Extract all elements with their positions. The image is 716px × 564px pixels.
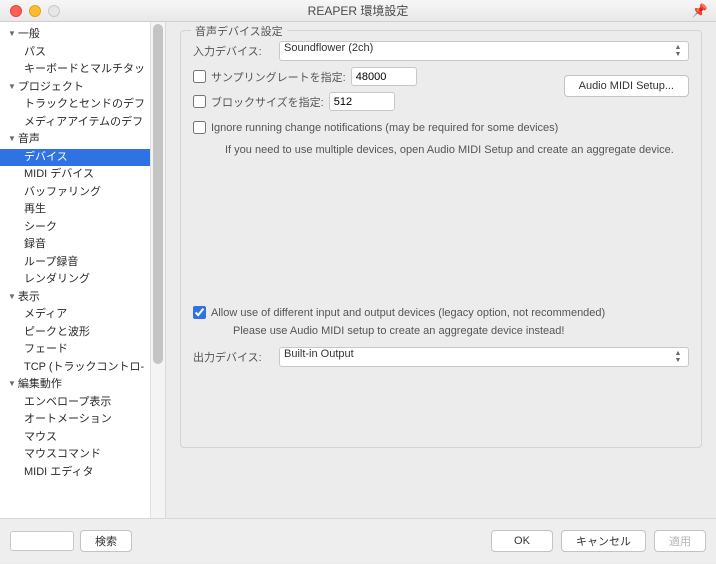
sidebar-item-midi-editor[interactable]: MIDI エディタ	[0, 464, 165, 482]
dialog-footer: 検索 OK キャンセル 適用	[0, 518, 716, 562]
sidebar-item-loop-rec[interactable]: ループ録音	[0, 254, 165, 272]
apply-button[interactable]: 適用	[654, 530, 706, 552]
block-size-input[interactable]	[329, 92, 395, 111]
sidebar-item-media[interactable]: メディア	[0, 306, 165, 324]
ok-button[interactable]: OK	[491, 530, 553, 552]
sample-rate-input[interactable]	[351, 67, 417, 86]
sample-rate-checkbox[interactable]	[193, 70, 206, 83]
sidebar-item-keyboard[interactable]: キーボードとマルチタッ	[0, 61, 165, 79]
sidebar-item-paths[interactable]: パス	[0, 44, 165, 62]
sidebar-item-mouse-cmd[interactable]: マウスコマンド	[0, 446, 165, 464]
input-device-select[interactable]: Soundflower (2ch)	[279, 41, 689, 61]
chevron-up-down-icon: ▲▼	[671, 41, 685, 61]
sidebar-item-buffering[interactable]: バッファリング	[0, 184, 165, 202]
sidebar-item-appearance[interactable]: 表示	[0, 289, 165, 307]
block-size-label: ブロックサイズを指定:	[211, 94, 324, 110]
search-input[interactable]	[10, 531, 74, 551]
sidebar-item-audio[interactable]: 音声	[0, 131, 165, 149]
sidebar-item-peaks[interactable]: ピークと波形	[0, 324, 165, 342]
sidebar-item-rendering[interactable]: レンダリング	[0, 271, 165, 289]
output-device-select[interactable]: Built-in Output	[279, 347, 689, 367]
sample-rate-label: サンプリングレートを指定:	[211, 69, 346, 85]
sidebar-item-project[interactable]: プロジェクト	[0, 79, 165, 97]
sidebar-item-media-defaults[interactable]: メディアアイテムのデフ	[0, 114, 165, 132]
block-size-checkbox[interactable]	[193, 95, 206, 108]
allow-diff-checkbox[interactable]	[193, 306, 206, 319]
sidebar-item-tcp[interactable]: TCP (トラックコントロ-	[0, 359, 165, 377]
sidebar: 一般 パス キーボードとマルチタッ プロジェクト トラックとセンドのデフ メディ…	[0, 22, 166, 518]
ignore-notifications-label: Ignore running change notifications (may…	[211, 122, 558, 134]
sidebar-item-editing[interactable]: 編集動作	[0, 376, 165, 394]
settings-panel: 音声デバイス設定 入力デバイス: Soundflower (2ch) ▲▼ サン…	[166, 22, 716, 518]
sidebar-item-mouse[interactable]: マウス	[0, 429, 165, 447]
output-device-label: 出力デバイス:	[193, 349, 279, 365]
category-tree[interactable]: 一般 パス キーボードとマルチタッ プロジェクト トラックとセンドのデフ メディ…	[0, 22, 165, 518]
sidebar-item-device[interactable]: デバイス	[0, 149, 165, 167]
sidebar-scrollbar[interactable]	[150, 22, 165, 518]
allow-diff-hint: Please use Audio MIDI setup to create an…	[233, 325, 689, 337]
search-button[interactable]: 検索	[80, 530, 132, 552]
sidebar-item-envelope[interactable]: エンベロープ表示	[0, 394, 165, 412]
titlebar: REAPER 環境設定 📌	[0, 0, 716, 22]
audio-midi-setup-button[interactable]: Audio MIDI Setup...	[564, 75, 689, 97]
sidebar-item-seek[interactable]: シーク	[0, 219, 165, 237]
sidebar-item-midi-devices[interactable]: MIDI デバイス	[0, 166, 165, 184]
sidebar-item-automation[interactable]: オートメーション	[0, 411, 165, 429]
chevron-up-down-icon: ▲▼	[671, 347, 685, 367]
ignore-notifications-checkbox[interactable]	[193, 121, 206, 134]
window-title: REAPER 環境設定	[0, 2, 716, 19]
sidebar-item-fades[interactable]: フェード	[0, 341, 165, 359]
input-device-label: 入力デバイス:	[193, 43, 279, 59]
allow-diff-label: Allow use of different input and output …	[211, 307, 605, 319]
aggregate-hint: If you need to use multiple devices, ope…	[225, 144, 689, 156]
pin-icon[interactable]: 📌	[692, 3, 708, 19]
cancel-button[interactable]: キャンセル	[561, 530, 646, 552]
sidebar-item-playback[interactable]: 再生	[0, 201, 165, 219]
sidebar-item-track-defaults[interactable]: トラックとセンドのデフ	[0, 96, 165, 114]
sidebar-item-recording[interactable]: 録音	[0, 236, 165, 254]
sidebar-item-general[interactable]: 一般	[0, 26, 165, 44]
panel-legend: 音声デバイス設定	[191, 23, 287, 39]
